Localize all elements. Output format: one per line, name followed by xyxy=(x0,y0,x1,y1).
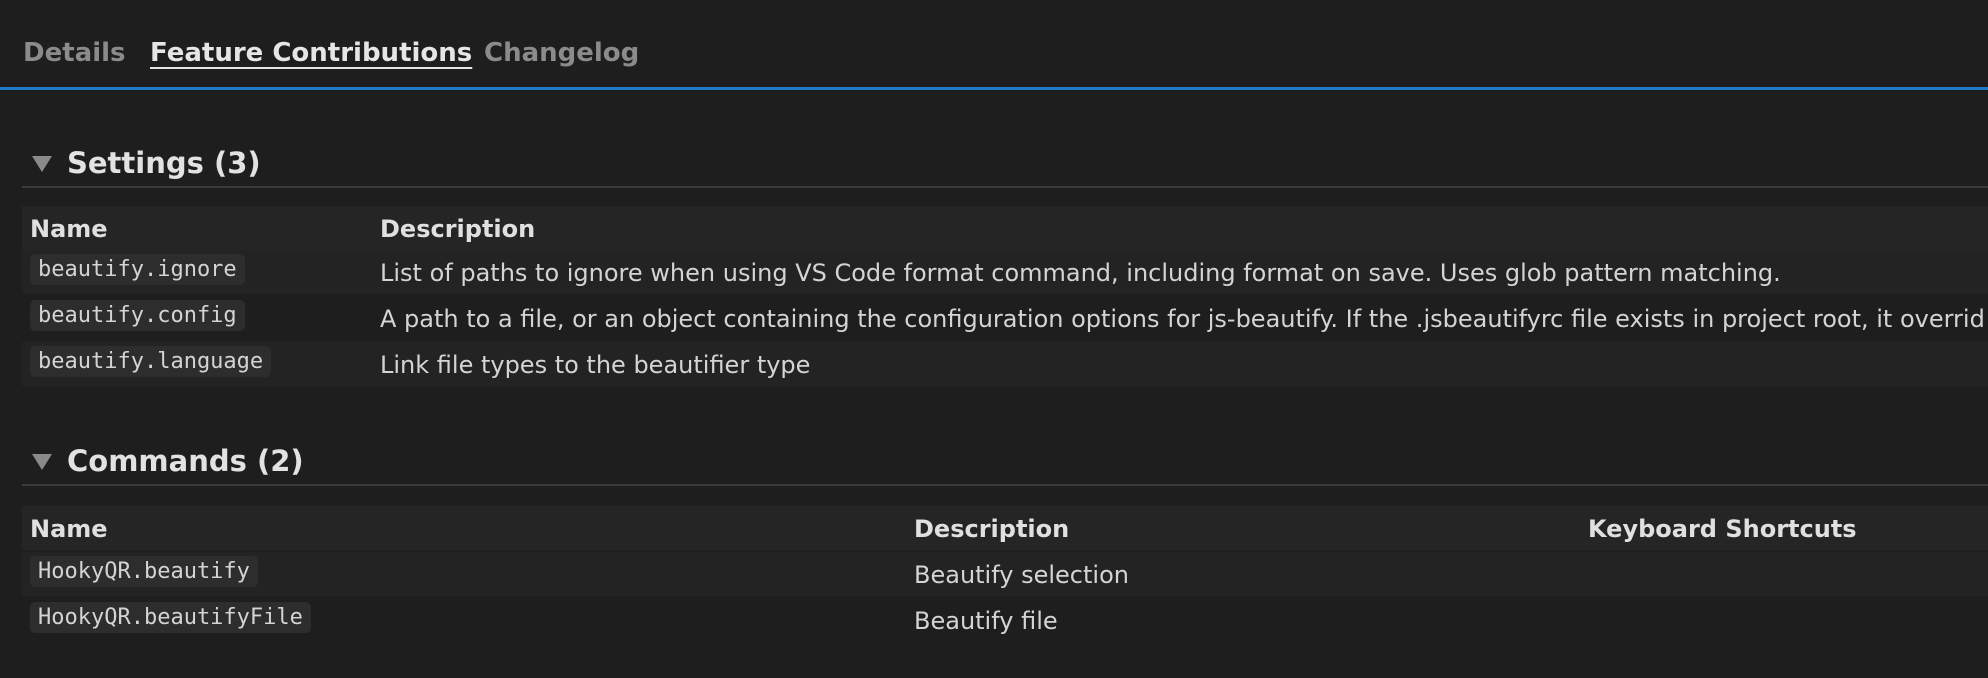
column-header-name: Name xyxy=(30,515,108,543)
table-row: beautify.config A path to a file, or an … xyxy=(22,296,1988,340)
command-name: HookyQR.beautify xyxy=(30,556,258,587)
table-header-row: Name Description Keyboard Shortcuts xyxy=(22,506,1988,550)
settings-table: Name Description beautify.ignore List of… xyxy=(22,206,1988,386)
tab-feature-contributions[interactable]: Feature Contributions xyxy=(150,38,472,68)
command-description: Beautify file xyxy=(914,607,1058,635)
commands-section-title: Commands (2) xyxy=(67,444,304,478)
column-header-description: Description xyxy=(914,515,1070,543)
commands-section-header[interactable]: Commands (2) xyxy=(22,432,1988,486)
setting-description: List of paths to ignore when using VS Co… xyxy=(380,259,1781,287)
command-name: HookyQR.beautifyFile xyxy=(30,602,311,633)
setting-description: A path to a file, or an object containin… xyxy=(380,305,1985,333)
setting-name: beautify.config xyxy=(30,300,245,331)
column-header-keyboard-shortcuts: Keyboard Shortcuts xyxy=(1588,515,1857,543)
table-row: HookyQR.beautify Beautify selection xyxy=(22,552,1988,596)
table-header-row: Name Description xyxy=(22,206,1988,250)
tab-changelog[interactable]: Changelog xyxy=(484,38,639,68)
table-row: beautify.language Link file types to the… xyxy=(22,342,1988,386)
tab-details[interactable]: Details xyxy=(23,38,126,68)
commands-table: Name Description Keyboard Shortcuts Hook… xyxy=(22,506,1988,646)
table-row: beautify.ignore List of paths to ignore … xyxy=(22,250,1988,294)
setting-name: beautify.language xyxy=(30,346,272,377)
collapse-triangle-icon[interactable] xyxy=(32,454,52,470)
column-header-description: Description xyxy=(380,215,536,243)
setting-name: beautify.ignore xyxy=(30,254,245,285)
command-description: Beautify selection xyxy=(914,561,1129,589)
settings-section-header[interactable]: Settings (3) xyxy=(22,134,1988,188)
settings-section-title: Settings (3) xyxy=(67,146,261,180)
tab-bar: Details Feature Contributions Changelog xyxy=(0,0,1988,90)
extension-page: Details Feature Contributions Changelog … xyxy=(0,0,1988,678)
column-header-name: Name xyxy=(30,215,108,243)
collapse-triangle-icon[interactable] xyxy=(32,156,52,172)
table-row: HookyQR.beautifyFile Beautify file xyxy=(22,598,1988,642)
setting-description: Link file types to the beautifier type xyxy=(380,351,811,379)
